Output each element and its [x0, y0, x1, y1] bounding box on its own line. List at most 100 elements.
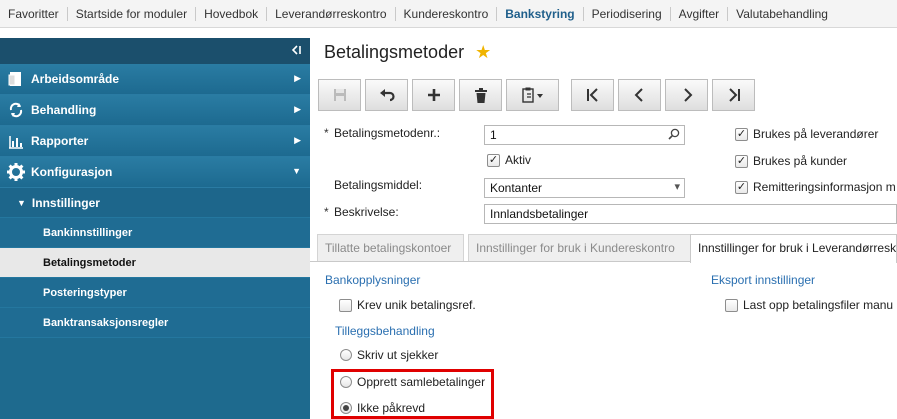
chevron-down-icon[interactable]: ▾ — [674, 180, 680, 193]
plus-icon — [427, 88, 441, 102]
means-select[interactable]: Kontanter ▾ — [484, 178, 685, 198]
sidebar-item-label: Arbeidsområde — [31, 72, 120, 86]
customer-label: Brukes på kunder — [753, 154, 848, 168]
bank-info-heading: Bankopplysninger — [325, 273, 421, 287]
last-icon — [727, 88, 741, 102]
chevron-down-icon: ▼ — [17, 197, 26, 208]
description-label-row: * Beskrivelse: — [324, 205, 399, 219]
sidebar: Arbeidsområde ▶ Behandling ▶ Rapporter ▶… — [0, 38, 310, 419]
means-label-row: Betalingsmiddel: — [334, 178, 422, 192]
sidebar-group-innstillinger[interactable]: ▼ Innstillinger — [0, 188, 310, 218]
topnav-favoritter[interactable]: Favoritter — [0, 0, 67, 28]
description-field[interactable]: Innlandsbetalinger — [484, 204, 897, 224]
upload-label: Last opp betalingsfiler manu — [743, 298, 894, 312]
trash-icon — [474, 87, 488, 103]
undo-button[interactable] — [365, 79, 408, 111]
topnav-leverandorreskontro[interactable]: Leverandørreskontro — [267, 0, 394, 28]
number-label: Betalingsmetodenr.: — [334, 126, 441, 140]
save-icon — [333, 88, 347, 102]
chevron-right-icon: ▶ — [294, 104, 301, 114]
print-checks-label: Skriv ut sjekker — [357, 348, 439, 362]
topnav-periodisering[interactable]: Periodisering — [584, 0, 670, 28]
print-checks-radio[interactable] — [340, 349, 352, 361]
topnav-bankstyring[interactable]: Bankstyring — [497, 0, 582, 28]
topnav-kundereskontro[interactable]: Kundereskontro — [396, 0, 497, 28]
required-marker: * — [324, 205, 329, 219]
means-label: Betalingsmiddel: — [334, 178, 423, 192]
unique-ref-label: Krev unik betalingsref. — [357, 298, 476, 312]
description-label: Beskrivelse: — [334, 205, 399, 219]
toolbar — [318, 79, 755, 111]
description-value: Innlandsbetalinger — [490, 207, 589, 221]
delete-button[interactable] — [459, 79, 502, 111]
tab-vendor-settings[interactable]: Innstillinger for bruk i Leverandørresk — [690, 234, 897, 263]
gear-icon — [7, 163, 25, 181]
vendor-row: Brukes på leverandører — [735, 127, 878, 141]
sidebar-item-betalingsmetoder[interactable]: Betalingsmetoder — [0, 248, 310, 278]
vendor-label: Brukes på leverandører — [753, 127, 879, 141]
tab-allowed-accounts[interactable]: Tillatte betalingskontoer — [317, 234, 464, 261]
customer-row: Brukes på kunder — [735, 154, 847, 168]
report-icon — [7, 132, 25, 150]
upload-checkbox[interactable] — [725, 298, 738, 312]
first-record-button[interactable] — [571, 79, 614, 111]
sidebar-item-posteringstyper[interactable]: Posteringstyper — [0, 278, 310, 308]
vendor-checkbox[interactable] — [735, 127, 748, 141]
remittance-checkbox[interactable] — [735, 180, 748, 194]
unique-ref-row: Krev unik betalingsref. — [339, 298, 476, 312]
topnav-startside[interactable]: Startside for moduler — [68, 0, 195, 28]
topnav-hovedbok[interactable]: Hovedbok — [196, 0, 266, 28]
add-button[interactable] — [412, 79, 455, 111]
topnav-valutabehandling[interactable]: Valutabehandling — [728, 0, 836, 28]
page-title-row: Betalingsmetoder ★ — [324, 42, 491, 63]
tab-customer-settings[interactable]: Innstillinger for bruk i Kundereskontro — [468, 234, 691, 261]
chevron-down-icon: ▼ — [292, 166, 301, 176]
save-button[interactable] — [318, 79, 361, 111]
process-icon — [7, 101, 25, 119]
topnav-avgifter[interactable]: Avgifter — [671, 0, 727, 28]
unique-ref-checkbox[interactable] — [339, 298, 352, 312]
chevron-right-icon: ▶ — [294, 135, 301, 145]
number-field[interactable]: 1 — [484, 125, 685, 145]
remittance-row: Remitteringsinformasjon m — [735, 180, 896, 194]
sidebar-item-konfigurasjon[interactable]: Konfigurasjon ▼ — [0, 157, 310, 188]
last-record-button[interactable] — [712, 79, 755, 111]
search-icon[interactable] — [668, 128, 680, 143]
paste-dropdown-button[interactable] — [506, 79, 559, 111]
first-icon — [586, 88, 600, 102]
sidebar-item-bankinnstillinger[interactable]: Bankinnstillinger — [0, 218, 310, 248]
additional-heading: Tilleggsbehandling — [335, 324, 435, 338]
sidebar-item-label: Behandling — [31, 103, 97, 117]
radio-row-checks: Skriv ut sjekker — [340, 348, 438, 362]
sidebar-item-banktransaksjonsregler[interactable]: Banktransaksjonsregler — [0, 308, 310, 338]
sidebar-collapse-bar[interactable] — [0, 38, 310, 64]
chevron-left-icon — [633, 88, 647, 102]
upload-row: Last opp betalingsfiler manu — [725, 298, 893, 312]
number-label-row: * Betalingsmetodenr.: — [324, 126, 440, 140]
main-content: Betalingsmetoder ★ * Betalingsmetodenr.:… — [310, 38, 897, 419]
double-chevron-left-icon[interactable] — [290, 44, 302, 59]
toolbar-gap — [563, 79, 567, 111]
required-marker: * — [324, 126, 329, 140]
chevron-right-icon: ▶ — [294, 73, 301, 83]
sidebar-item-behandling[interactable]: Behandling ▶ — [0, 95, 310, 126]
sidebar-item-label: Rapporter — [31, 134, 89, 148]
previous-record-button[interactable] — [618, 79, 661, 111]
export-heading: Eksport innstillinger — [711, 273, 816, 287]
undo-icon — [379, 88, 395, 102]
active-checkbox[interactable] — [487, 153, 500, 167]
sidebar-item-rapporter[interactable]: Rapporter ▶ — [0, 126, 310, 157]
number-value: 1 — [490, 128, 497, 142]
sidebar-item-label: Konfigurasjon — [31, 165, 113, 179]
clipboard-icon — [521, 87, 544, 103]
sidebar-item-arbeidsomrade[interactable]: Arbeidsområde ▶ — [0, 64, 310, 95]
highlight-box — [331, 369, 494, 419]
next-record-button[interactable] — [665, 79, 708, 111]
means-value: Kontanter — [490, 181, 543, 195]
sidebar-group-label: Innstillinger — [31, 195, 100, 210]
page-title: Betalingsmetoder — [324, 42, 465, 62]
customer-checkbox[interactable] — [735, 154, 748, 168]
star-icon[interactable]: ★ — [475, 42, 491, 63]
workspace-icon — [7, 70, 25, 88]
top-menu: Favoritter Startside for moduler Hovedbo… — [0, 0, 897, 28]
